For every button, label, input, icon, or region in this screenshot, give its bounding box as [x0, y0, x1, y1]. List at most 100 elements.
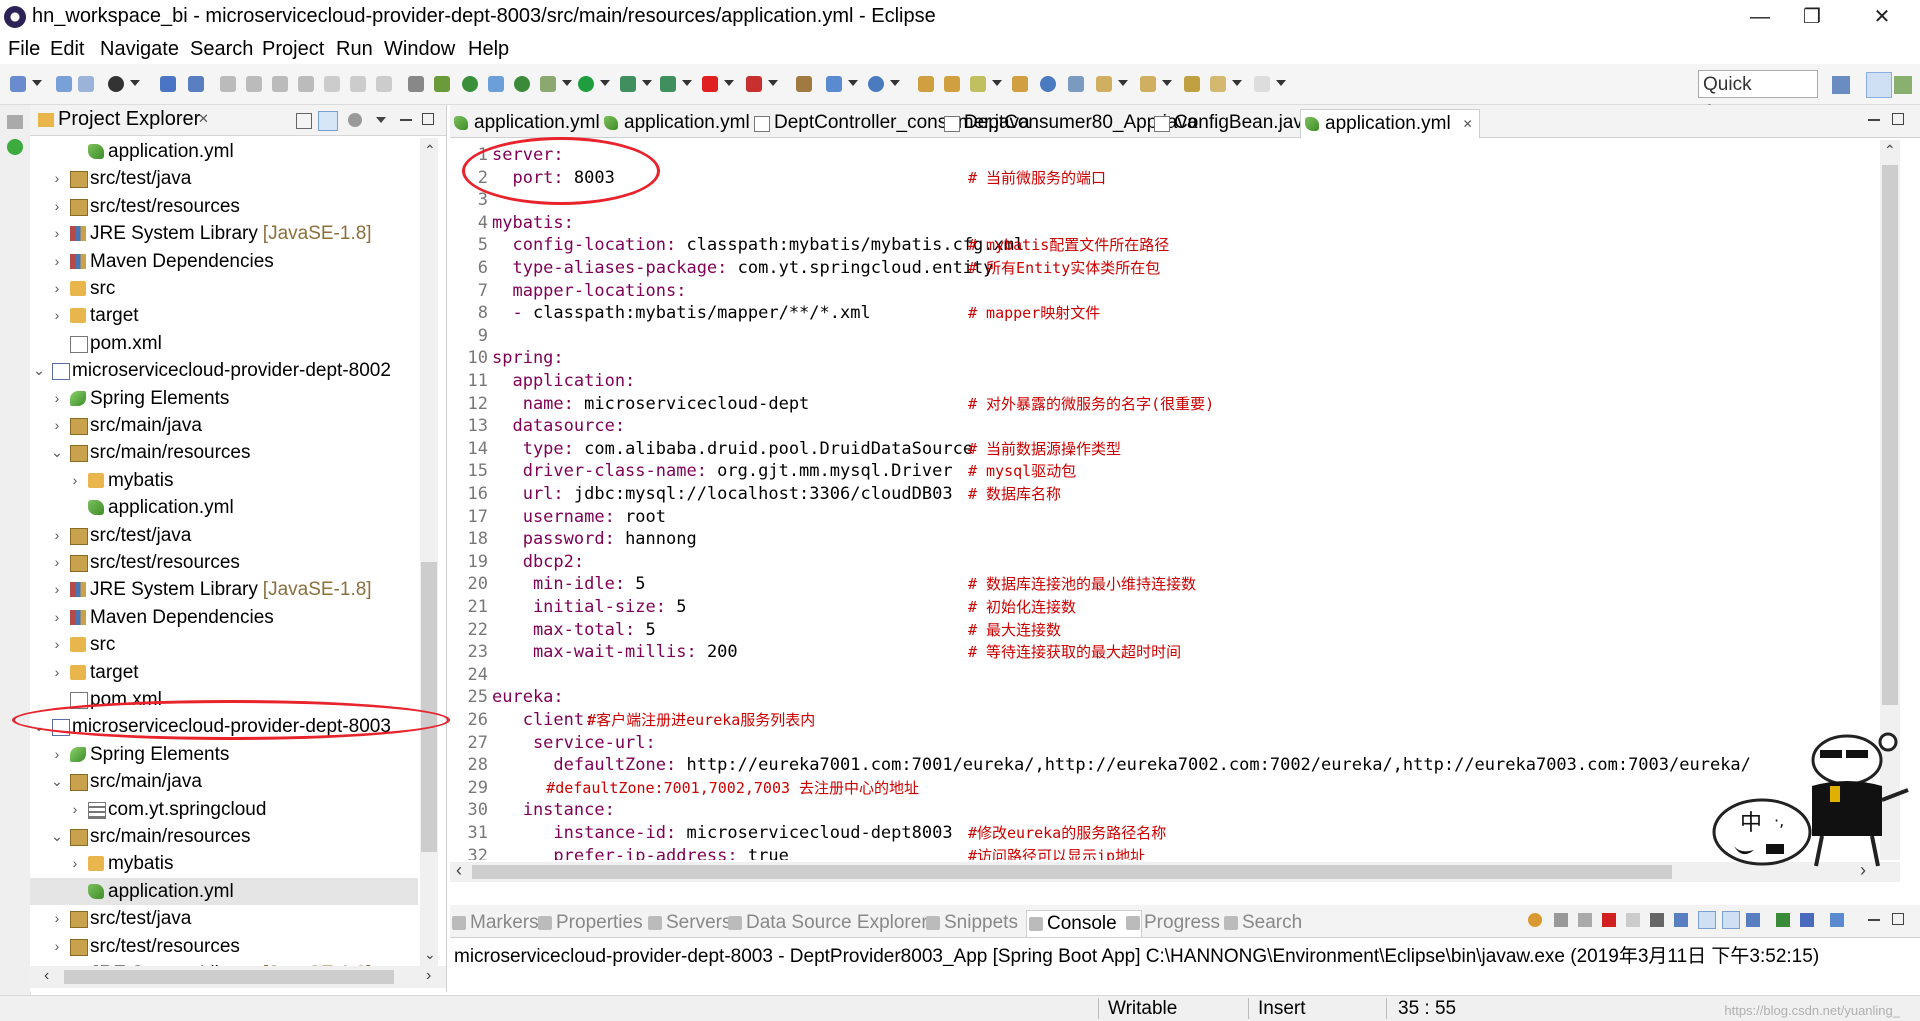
dropdown-arrow-icon[interactable] — [848, 80, 858, 86]
run-icon[interactable] — [578, 76, 594, 92]
tree-item-com-yt-springcloud[interactable]: › com.yt.springcloud — [30, 796, 418, 823]
back-icon[interactable] — [1210, 76, 1226, 92]
stop-icon[interactable] — [702, 76, 718, 92]
terminal-icon[interactable] — [160, 76, 176, 92]
disconnect-icon[interactable] — [1626, 913, 1640, 927]
dropdown-arrow-icon[interactable] — [562, 80, 572, 86]
save-icon[interactable] — [56, 76, 72, 92]
tree-item-src-test-java[interactable]: › src/test/java — [30, 522, 418, 549]
close-view-icon[interactable]: ✕ — [198, 111, 209, 127]
collapsed-arrow-icon[interactable]: › — [50, 302, 64, 329]
tree-item-src[interactable]: › src — [30, 275, 418, 302]
tree-item-src-test-resources[interactable]: › src/test/resources — [30, 933, 418, 960]
resume-icon[interactable] — [220, 76, 236, 92]
scroll-lock-icon[interactable] — [1674, 913, 1688, 927]
menu-navigate[interactable]: Navigate — [100, 38, 179, 61]
scrollbar-thumb[interactable] — [421, 562, 437, 852]
dropdown-arrow-icon[interactable] — [1162, 80, 1172, 86]
tree-item-target[interactable]: › target — [30, 302, 418, 329]
tree-item-src[interactable]: › src — [30, 631, 418, 658]
spring-dashboard-icon[interactable] — [7, 139, 23, 155]
save-all-icon[interactable] — [78, 76, 94, 92]
collapsed-arrow-icon[interactable]: › — [50, 933, 64, 960]
view-menu-icon[interactable] — [376, 117, 386, 123]
menu-edit[interactable]: Edit — [50, 38, 84, 61]
open-task-icon[interactable] — [488, 76, 504, 92]
tree-item-maven-dependencies[interactable]: › Maven Dependencies — [30, 604, 418, 631]
collapsed-arrow-icon[interactable]: › — [50, 248, 64, 275]
collapsed-arrow-icon[interactable]: › — [68, 850, 82, 877]
maximize-view-icon[interactable] — [422, 113, 434, 125]
step-return-icon[interactable] — [376, 76, 392, 92]
scrollbar-thumb[interactable] — [64, 970, 394, 984]
tree-item-maven-dependencies[interactable]: › Maven Dependencies — [30, 248, 418, 275]
maximize-editor-icon[interactable] — [1892, 113, 1904, 125]
link-icon[interactable] — [188, 76, 204, 92]
java-ee-perspective-icon[interactable] — [1866, 72, 1892, 98]
tree-item-src-main-java[interactable]: › src/main/java — [30, 412, 418, 439]
tab-data-source-explorer[interactable]: Data Source Explorer — [726, 910, 934, 936]
build-icon[interactable] — [108, 76, 124, 92]
dropdown-arrow-icon[interactable] — [32, 80, 42, 86]
dropdown-arrow-icon[interactable] — [682, 80, 692, 86]
tab-markers[interactable]: Markers — [450, 910, 545, 936]
terminate-icon[interactable] — [272, 76, 288, 92]
previous-annotation-icon[interactable] — [1140, 76, 1156, 92]
dropdown-arrow-icon[interactable] — [992, 80, 1002, 86]
tree-item-mybatis[interactable]: › mybatis — [30, 850, 418, 877]
scrollbar-thumb[interactable] — [472, 865, 1672, 879]
collapsed-arrow-icon[interactable]: › — [50, 220, 64, 247]
new-package-icon[interactable] — [826, 76, 842, 92]
collapsed-arrow-icon[interactable]: › — [50, 549, 64, 576]
tree-item-src-test-java[interactable]: › src/test/java — [30, 905, 418, 932]
dropdown-arrow-icon[interactable] — [890, 80, 900, 86]
tree-item-target[interactable]: › target — [30, 659, 418, 686]
dropdown-arrow-icon[interactable] — [768, 80, 778, 86]
close-tab-icon[interactable]: ✕ — [1463, 110, 1473, 138]
tree-item-application-yml[interactable]: application.yml — [30, 494, 418, 521]
dropdown-arrow-icon[interactable] — [130, 80, 140, 86]
step-over-icon[interactable] — [350, 76, 366, 92]
new-icon[interactable] — [10, 76, 26, 92]
quick-access-input[interactable]: Quick Access — [1698, 70, 1818, 123]
external-tools-icon[interactable] — [660, 76, 676, 92]
tree-item-src-test-resources[interactable]: › src/test/resources — [30, 193, 418, 220]
collapsed-arrow-icon[interactable]: › — [50, 604, 64, 631]
tree-item-src-test-resources[interactable]: › src/test/resources — [30, 549, 418, 576]
debug-icon[interactable] — [540, 76, 556, 92]
expanded-arrow-icon[interactable]: ⌄ — [50, 439, 64, 466]
open-console-icon[interactable] — [1830, 913, 1844, 927]
outline-icon[interactable] — [408, 76, 424, 92]
dropdown-arrow-icon[interactable] — [600, 80, 610, 86]
collapsed-arrow-icon[interactable]: › — [50, 659, 64, 686]
show-on-error-icon[interactable] — [1746, 913, 1760, 927]
tree-item-pom-xml[interactable]: pom.xml — [30, 330, 418, 357]
step-into-icon[interactable] — [324, 76, 340, 92]
search-icon[interactable] — [970, 76, 986, 92]
menu-run[interactable]: Run — [336, 38, 373, 61]
editor-tab[interactable]: ConfigBean.java — [1150, 109, 1323, 137]
tab-progress[interactable]: Progress — [1124, 910, 1226, 936]
collapsed-arrow-icon[interactable]: › — [50, 385, 64, 412]
display-console-icon[interactable] — [1800, 913, 1814, 927]
java-icon[interactable] — [434, 76, 450, 92]
dropdown-arrow-icon[interactable] — [1276, 80, 1286, 86]
minimize-editor-icon[interactable] — [1868, 119, 1880, 121]
scrollbar-thumb[interactable] — [1882, 165, 1898, 705]
collapsed-arrow-icon[interactable]: › — [50, 412, 64, 439]
scroll-up-icon[interactable]: ⌃ — [424, 142, 436, 159]
menu-help[interactable]: Help — [468, 38, 509, 61]
open-resource-icon[interactable] — [944, 76, 960, 92]
new-class-icon[interactable] — [868, 76, 884, 92]
editor-tab[interactable]: application.yml — [450, 109, 610, 137]
collapsed-arrow-icon[interactable]: › — [50, 576, 64, 603]
tree-item-application-yml[interactable]: application.yml — [30, 877, 418, 905]
tree-item-src-main-resources[interactable]: ⌄ src/main/resources — [30, 439, 418, 466]
code-editor[interactable]: 1 server: 2 port: 8003 # 当前微服务的端口 3 4 mybatis:… — [450, 140, 1880, 860]
tree-item-jre-system-library[interactable]: › JRE System Library [JavaSE-1.8] — [30, 576, 418, 603]
maximize-button[interactable]: ❐ — [1782, 0, 1842, 34]
java-perspective-icon[interactable] — [1894, 76, 1912, 94]
collapsed-arrow-icon[interactable]: › — [50, 165, 64, 192]
maximize-view-icon[interactable] — [1892, 913, 1904, 925]
open-perspective-icon[interactable] — [1832, 76, 1850, 94]
